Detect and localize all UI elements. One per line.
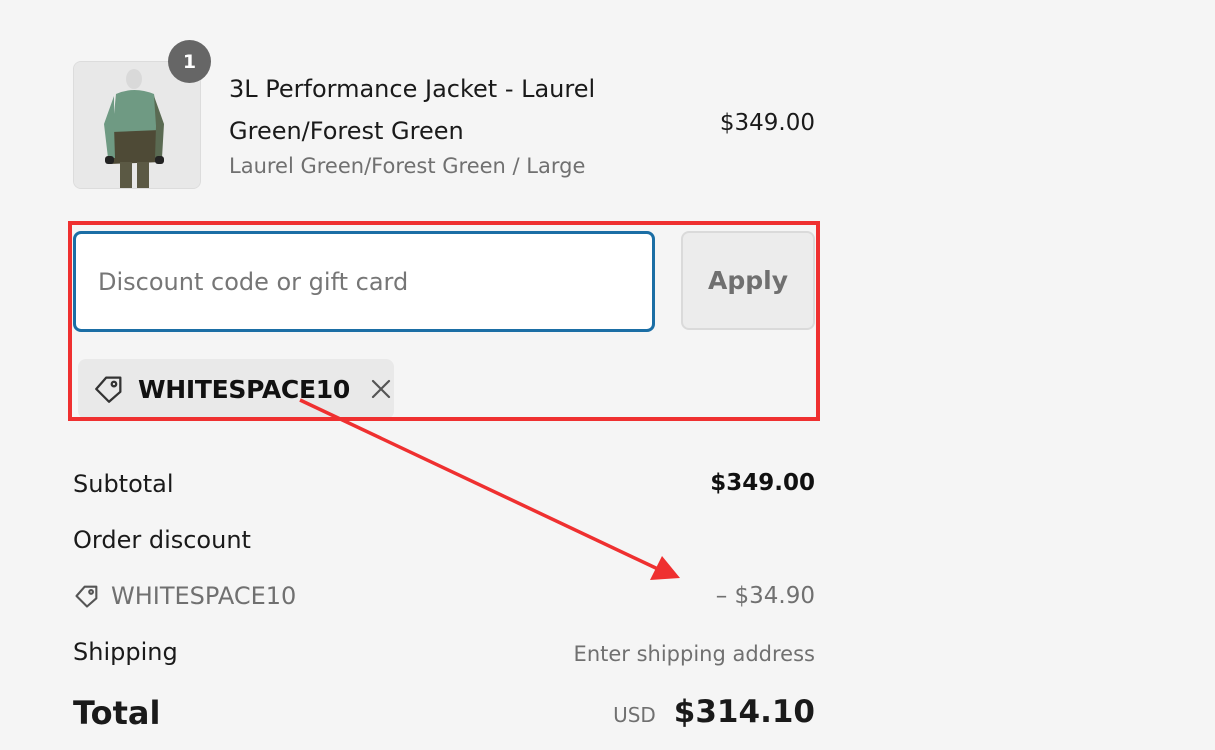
subtotal-value: $349.00 <box>710 470 815 496</box>
shipping-label: Shipping <box>73 638 178 666</box>
annotation-highlight-box <box>68 221 820 421</box>
total-value-group: USD $314.10 <box>613 694 815 730</box>
total-amount: $314.10 <box>673 694 815 730</box>
discount-amount: – $34.90 <box>715 583 815 609</box>
quantity-badge: 1 <box>168 40 211 83</box>
subtotal-label: Subtotal <box>73 470 174 498</box>
discount-code-row: WHITESPACE10 <box>73 582 296 610</box>
shipping-value: Enter shipping address <box>573 642 815 666</box>
discount-code-name: WHITESPACE10 <box>111 582 297 610</box>
product-price: $349.00 <box>719 110 815 136</box>
currency-code: USD <box>613 703 656 727</box>
tag-icon <box>73 582 101 610</box>
product-name: 3L Performance Jacket - Laurel Green/For… <box>229 75 596 145</box>
order-discount-label: Order discount <box>73 526 251 554</box>
product-variant: Laurel Green/Forest Green / Large <box>229 154 586 178</box>
total-label: Total <box>73 694 161 732</box>
